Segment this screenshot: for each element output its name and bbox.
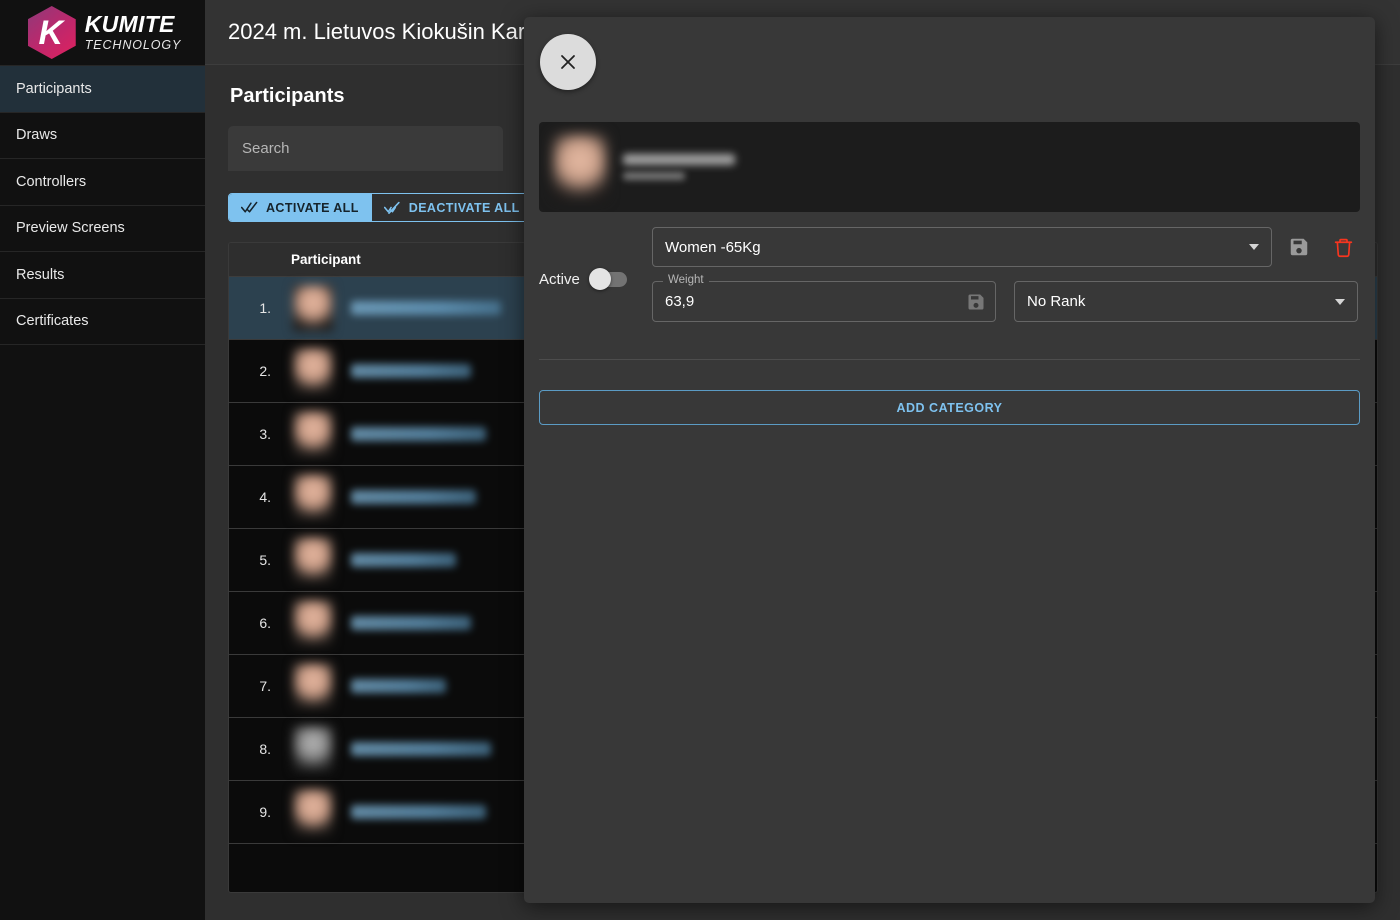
row-index: 2. [229,363,279,379]
active-toggle-group: Active [539,227,652,288]
participant-name [623,154,735,165]
participant-name [351,301,501,315]
avatar [293,789,333,835]
avatar [293,411,333,457]
logo-tagline: TECHNOLOGY [85,39,182,52]
participant-name [351,427,486,441]
row-index: 5. [229,552,279,568]
row-index: 7. [229,678,279,694]
participant-name [351,679,446,693]
rank-select[interactable]: No Rank [1014,281,1358,322]
row-index: 6. [229,615,279,631]
participant-name [351,490,476,504]
remove-done-icon [384,201,401,214]
chevron-down-icon [1249,244,1259,250]
sidebar-item-certificates[interactable]: Certificates [0,299,205,346]
weight-label: Weight [663,274,709,286]
done-all-icon [241,201,258,214]
avatar [293,663,333,709]
sidebar-item-label: Draws [16,127,57,143]
section-divider [539,359,1360,360]
sidebar-item-results[interactable]: Results [0,252,205,299]
avatar [293,537,333,583]
sidebar-item-participants[interactable]: Participants [0,66,205,113]
participant-meta [623,172,685,180]
sidebar-item-label: Certificates [16,313,89,329]
sidebar-item-label: Results [16,267,64,283]
row-index: 8. [229,741,279,757]
activate-all-label: ACTIVATE ALL [266,201,359,215]
kumite-hexagon-logo-icon: K [28,6,76,59]
avatar [293,474,333,520]
sidebar-item-label: Preview Screens [16,220,125,236]
sidebar-item-draws[interactable]: Draws [0,113,205,160]
activate-all-button[interactable]: ACTIVATE ALL [229,194,371,221]
weight-value: 63,9 [665,293,694,310]
participant-name [351,364,471,378]
avatar [293,726,333,772]
category-fields: Women -65Kg [652,227,1360,322]
weight-rank-row: Weight 63,9 No Rank [652,281,1360,322]
delete-category-button[interactable] [1326,230,1360,264]
save-category-button[interactable] [1282,230,1316,264]
app-root: K KUMITE TECHNOLOGY Participants Draws C… [0,0,1400,920]
category-section: Active Women -65Kg [539,227,1360,322]
weight-field[interactable]: Weight 63,9 [652,281,996,322]
logo-wordmark: KUMITE TECHNOLOGY [85,13,182,52]
participant-name [351,742,491,756]
category-selected-value: Women -65Kg [665,239,761,256]
add-category-button[interactable]: ADD CATEGORY [539,390,1360,425]
sidebar-item-controllers[interactable]: Controllers [0,159,205,206]
logo-letter: K [28,6,76,59]
toggle-knob [589,268,611,290]
row-index: 9. [229,804,279,820]
rank-selected-value: No Rank [1027,293,1085,310]
bulk-action-button-group: ACTIVATE ALL DEACTIVATE ALL [228,193,533,222]
deactivate-all-button[interactable]: DEACTIVATE ALL [371,194,532,221]
sidebar-item-label: Participants [16,81,92,97]
participant-summary-card [539,122,1360,212]
participant-name [351,805,486,819]
chevron-down-icon [1335,299,1345,305]
sidebar-item-preview-screens[interactable]: Preview Screens [0,206,205,253]
sidebar: K KUMITE TECHNOLOGY Participants Draws C… [0,0,205,920]
search-input[interactable]: Search [228,126,503,171]
logo-name: KUMITE [85,13,182,36]
participant-name [351,616,471,630]
row-index: 4. [229,489,279,505]
avatar [553,134,607,200]
close-icon[interactable] [540,34,596,90]
sidebar-nav: Participants Draws Controllers Preview S… [0,65,205,345]
category-row: Active Women -65Kg [539,227,1360,322]
search-placeholder: Search [242,140,290,157]
category-select-row: Women -65Kg [652,227,1360,267]
avatar [293,285,333,331]
avatar [293,600,333,646]
app-logo[interactable]: K KUMITE TECHNOLOGY [0,0,205,65]
avatar [293,348,333,394]
row-index: 1. [229,300,279,316]
participant-identity [623,154,735,180]
row-index: 3. [229,426,279,442]
sidebar-item-label: Controllers [16,174,86,190]
active-toggle[interactable] [591,272,627,287]
deactivate-all-label: DEACTIVATE ALL [409,201,520,215]
active-label: Active [539,271,580,288]
participant-detail-modal: Active Women -65Kg [524,17,1375,903]
column-header-participant: Participant [229,252,361,267]
participant-name [351,553,456,567]
category-select[interactable]: Women -65Kg [652,227,1272,267]
save-weight-button[interactable] [966,292,986,312]
